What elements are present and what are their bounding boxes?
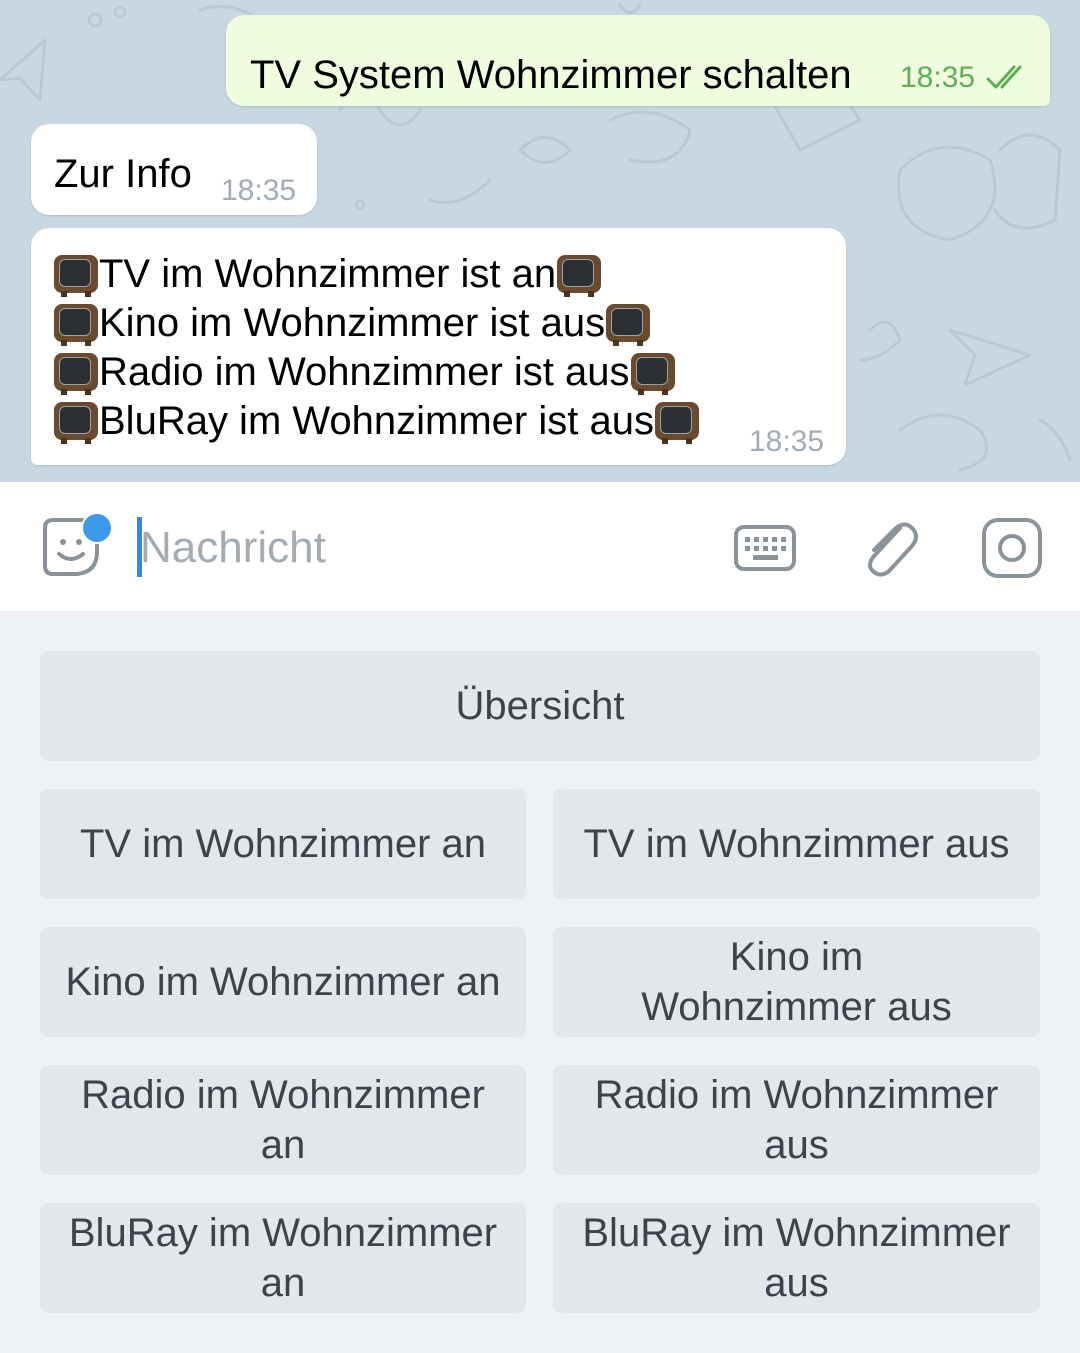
message-input[interactable] [140, 520, 700, 576]
outgoing-message-bubble[interactable]: TV System Wohnzimmer schalten 18:35 [226, 15, 1050, 106]
television-icon [53, 351, 99, 395]
message-text: Zur Info [54, 152, 192, 196]
television-icon [654, 400, 700, 444]
message-text: TV System Wohnzimmer schalten [250, 53, 852, 97]
television-icon [630, 351, 676, 395]
status-line-text: Radio im Wohnzimmer ist aus [99, 350, 630, 394]
television-icon [556, 253, 602, 297]
keyboard-icon[interactable] [733, 524, 797, 572]
radio-off-button[interactable]: Radio im Wohnzimmer aus [553, 1065, 1040, 1175]
incoming-message-bubble[interactable]: Zur Info 18:35 [31, 124, 317, 215]
status-line-text: BluRay im Wohnzimmer ist aus [99, 399, 654, 443]
kino-off-button[interactable]: Kino im Wohnzimmer aus [553, 927, 1040, 1037]
message-time: 18:35 [749, 425, 825, 458]
radio-on-button[interactable]: Radio im Wohnzimmer an [40, 1065, 526, 1175]
status-line-text: Kino im Wohnzimmer ist aus [99, 301, 606, 345]
message-time: 18:35 [900, 61, 976, 94]
chat-area[interactable]: TV System Wohnzimmer schalten 18:35 Zur … [0, 0, 1080, 482]
bot-reply-keyboard: Übersicht TV im Wohnzimmer an TV im Wohn… [0, 611, 1080, 1353]
paperclip-icon[interactable] [860, 516, 920, 580]
tv-off-button[interactable]: TV im Wohnzimmer aus [553, 789, 1040, 899]
status-line: BluRay im Wohnzimmer ist aus [53, 397, 700, 446]
incoming-status-message-bubble[interactable]: TV im Wohnzimmer ist an Kino im Wohnzimm… [31, 228, 846, 465]
status-line: Kino im Wohnzimmer ist aus [53, 299, 700, 348]
television-icon [53, 302, 99, 346]
bluray-off-button[interactable]: BluRay im Wohnzimmer aus [553, 1203, 1040, 1313]
kino-on-button[interactable]: Kino im Wohnzimmer an [40, 927, 526, 1037]
camera-icon[interactable] [980, 516, 1044, 580]
bluray-on-button[interactable]: BluRay im Wohnzimmer an [40, 1203, 526, 1313]
status-line-text: TV im Wohnzimmer ist an [99, 252, 557, 296]
status-line: TV im Wohnzimmer ist an [53, 250, 700, 299]
television-icon [53, 400, 99, 444]
tv-on-button[interactable]: TV im Wohnzimmer an [40, 789, 526, 899]
television-icon [53, 253, 99, 297]
television-icon [605, 302, 651, 346]
status-lines: TV im Wohnzimmer ist an Kino im Wohnzimm… [53, 250, 700, 446]
new-sticker-badge [81, 512, 113, 544]
status-line: Radio im Wohnzimmer ist aus [53, 348, 700, 397]
double-check-icon [986, 65, 1022, 89]
overview-button[interactable]: Übersicht [40, 651, 1040, 761]
message-time: 18:35 [221, 174, 297, 207]
